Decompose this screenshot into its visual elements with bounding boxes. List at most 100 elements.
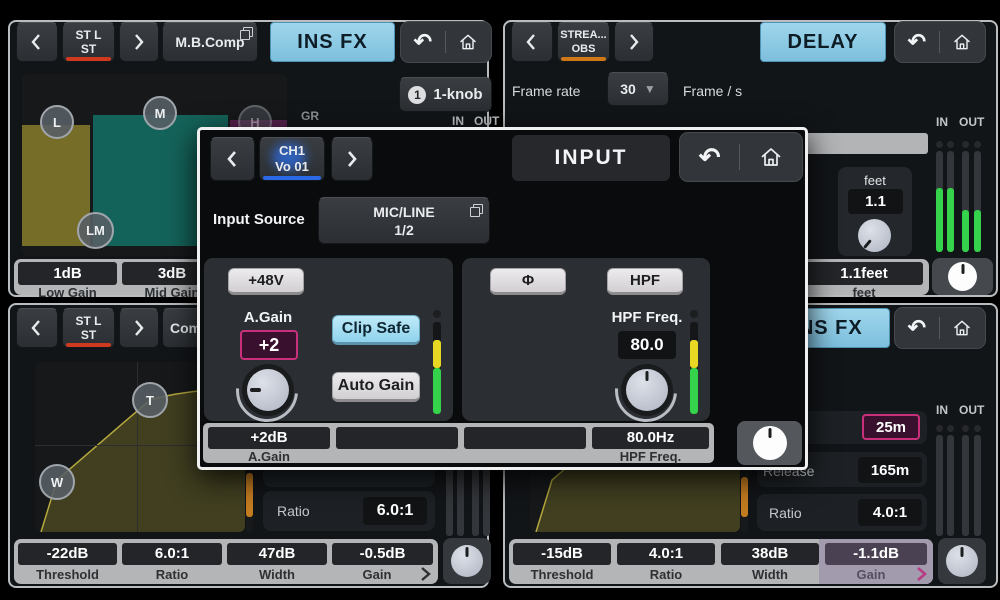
readout-value[interactable] [464, 427, 586, 449]
readout-value-gain[interactable]: -1.1dB [825, 543, 927, 565]
input-source-button[interactable]: MIC/LINE 1/2 [318, 197, 490, 244]
readout-value[interactable]: -0.5dB [332, 543, 433, 565]
one-knob-button[interactable]: 1 1-knob [399, 77, 492, 112]
chevron-right-icon[interactable] [914, 566, 928, 582]
readout-value[interactable] [336, 427, 458, 449]
nav-group: ↶ [894, 307, 986, 349]
release-value[interactable]: 165m [858, 457, 922, 483]
dialog-title: INPUT [512, 135, 670, 181]
home-icon[interactable] [952, 32, 972, 52]
channel-select-button[interactable]: ST L ST [62, 308, 115, 348]
readout-value[interactable]: +2dB [208, 427, 330, 449]
hpf-section: Φ HPF HPF Freq. 80.0 [462, 258, 710, 435]
marker-threshold[interactable]: T [132, 382, 168, 418]
level-meter [690, 322, 698, 414]
tab-ins-fx[interactable]: INS FX [270, 22, 395, 62]
feet-value[interactable]: 1.1 [848, 189, 903, 214]
marker-low[interactable]: L [40, 105, 74, 139]
readout-value[interactable]: -22dB [18, 543, 117, 565]
readout-label: Gain [362, 567, 392, 582]
nav-group: ↶ [400, 21, 492, 63]
knob-button-box[interactable] [932, 258, 993, 295]
channel-next-button[interactable] [331, 137, 373, 181]
undo-icon[interactable]: ↶ [908, 31, 926, 53]
readout-strip: +2dB 80.0Hz A.Gain HPF Freq. [203, 423, 714, 464]
chevron-left-icon [526, 34, 535, 50]
channel-select-button[interactable]: STREA... OBS [557, 22, 610, 62]
hpf-button[interactable]: HPF [607, 268, 683, 295]
channel-prev-button[interactable] [210, 137, 255, 181]
marker-low-mid[interactable]: LM [77, 212, 114, 249]
readout-value[interactable]: 1.1feet [805, 262, 923, 285]
in-label: IN [452, 114, 464, 128]
channel-prev-button[interactable] [16, 22, 58, 62]
readout-value[interactable]: 47dB [227, 543, 327, 565]
readout-value[interactable]: 38dB [721, 543, 819, 565]
readout-value[interactable]: 80.0Hz [592, 427, 709, 449]
feet-label: feet [864, 173, 886, 188]
again-label: A.Gain [243, 309, 293, 326]
ratio-value[interactable]: 6.0:1 [363, 497, 427, 525]
ratio-value[interactable]: 4.0:1 [858, 499, 922, 526]
readout-label: feet [852, 285, 876, 300]
readout-value[interactable]: 4.0:1 [617, 543, 715, 565]
chevron-right-icon [135, 320, 144, 336]
undo-icon[interactable]: ↶ [908, 317, 926, 339]
chevron-right-icon [348, 151, 357, 167]
home-icon[interactable] [458, 32, 478, 52]
clip-safe-button[interactable]: Clip Safe [332, 315, 420, 345]
channel-next-button[interactable] [614, 22, 654, 62]
readout-label: Threshold [530, 567, 594, 582]
chevron-right-icon[interactable] [418, 566, 432, 582]
peak-dot [962, 141, 969, 148]
copy-icon [240, 27, 253, 40]
tab-delay[interactable]: DELAY [760, 22, 886, 62]
feet-knob[interactable] [858, 219, 891, 252]
in-label: IN [936, 115, 948, 129]
home-icon[interactable] [759, 145, 783, 169]
frame-rate-dropdown[interactable]: 30 ▼ [607, 72, 669, 106]
frame-rate-label: Frame rate [512, 83, 581, 99]
auto-gain-button[interactable]: Auto Gain [332, 372, 420, 402]
analog-gain-section: +48V A.Gain +2 Clip Safe Auto Gain [204, 258, 453, 435]
channel-name2: ST [80, 328, 97, 342]
again-knob[interactable] [242, 364, 294, 416]
hpf-freq-value[interactable]: 80.0 [618, 331, 676, 359]
channel-next-button[interactable] [119, 308, 159, 348]
one-badge-icon: 1 [408, 85, 427, 104]
chevron-right-icon [630, 34, 639, 50]
channel-next-button[interactable] [119, 22, 159, 62]
marker-mid[interactable]: M [143, 96, 177, 130]
preset-name-button[interactable]: M.B.Comp [162, 22, 258, 62]
channel-select-button[interactable]: CH1 Vo 01 [259, 137, 325, 181]
readout-strip: -22dB 6.0:1 47dB -0.5dB Threshold Ratio … [14, 539, 438, 584]
knob-button-box[interactable] [737, 421, 802, 465]
phantom-48v-button[interactable]: +48V [228, 268, 304, 295]
knob-button-box[interactable] [938, 538, 986, 584]
readout-value[interactable]: 1dB [18, 262, 117, 285]
channel-name: ST L [75, 28, 102, 42]
channel-name: STREA... [560, 29, 607, 41]
peak-dot [433, 310, 441, 318]
channel-prev-button[interactable] [16, 308, 58, 348]
readout-label: Width [259, 567, 295, 582]
divider [739, 143, 741, 171]
frame-rate-unit: Frame / s [683, 83, 743, 99]
hpf-knob[interactable] [621, 364, 673, 416]
marker-width[interactable]: W [39, 464, 75, 500]
readout-value[interactable]: 6.0:1 [122, 543, 222, 565]
attack-value[interactable]: 25m [862, 414, 920, 440]
hpf-freq-label: HPF Freq. [611, 309, 683, 326]
out-label: OUT [474, 114, 500, 128]
channel-prev-button[interactable] [511, 22, 553, 62]
again-value[interactable]: +2 [240, 330, 298, 360]
readout-strip: -15dB 4.0:1 38dB -1.1dB Threshold Ratio … [509, 539, 933, 584]
home-icon[interactable] [952, 318, 972, 338]
copy-icon [470, 204, 483, 217]
knob-button-box[interactable] [443, 538, 491, 584]
readout-value[interactable]: -15dB [513, 543, 611, 565]
undo-icon[interactable]: ↶ [414, 31, 432, 53]
undo-icon[interactable]: ↶ [699, 144, 721, 170]
phase-button[interactable]: Φ [490, 268, 566, 295]
channel-select-button[interactable]: ST L ST [62, 22, 115, 62]
